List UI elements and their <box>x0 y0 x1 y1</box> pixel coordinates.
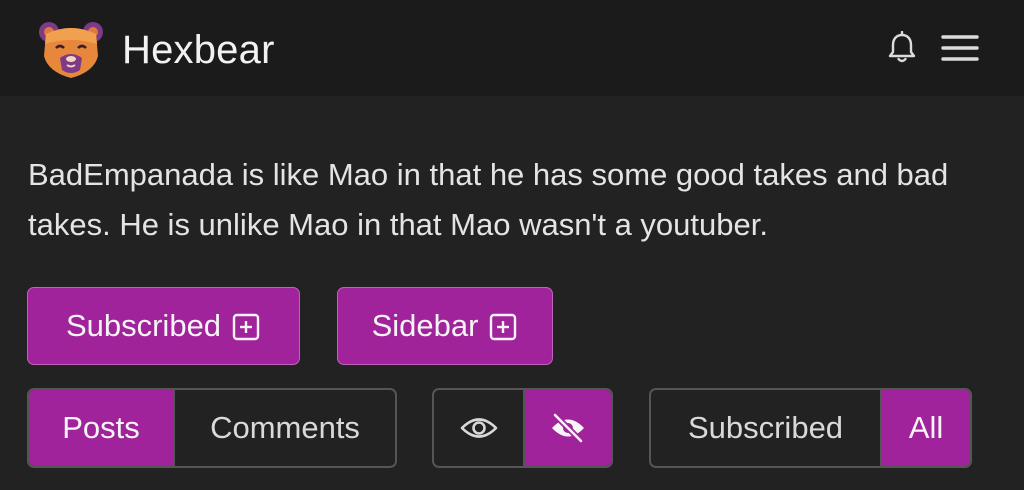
show-hidden-button[interactable] <box>434 390 523 466</box>
hide-read-button[interactable] <box>523 390 611 466</box>
eye-icon <box>460 418 497 438</box>
notifications-button[interactable] <box>882 28 922 68</box>
bear-logo-icon <box>39 22 103 78</box>
subscribed-listing-label: Subscribed <box>687 410 844 445</box>
plus-square-icon <box>488 311 518 341</box>
menu-button[interactable] <box>940 28 980 68</box>
site-title: Hexbear <box>122 27 275 72</box>
sidebar-button-label: Sidebar <box>371 308 479 343</box>
eye-slash-icon <box>552 412 584 444</box>
comments-tab-label: Comments <box>210 410 360 445</box>
sidebar-button[interactable]: Sidebar <box>337 287 553 365</box>
nav-icons <box>882 28 980 68</box>
home-link[interactable]: Hexbear <box>36 20 275 80</box>
plus-square-icon <box>231 311 261 341</box>
subscribed-button[interactable]: Subscribed <box>27 287 300 365</box>
posts-comments-toggle: Posts Comments <box>27 388 397 468</box>
top-navbar: Hexbear <box>0 0 1024 96</box>
all-listing-label: All <box>908 410 944 445</box>
hamburger-menu-icon <box>941 35 979 61</box>
bell-icon <box>888 31 916 63</box>
all-listing-tab[interactable]: All <box>880 390 970 466</box>
listing-type-toggle: Subscribed All <box>649 388 972 468</box>
visibility-toggle <box>432 388 613 468</box>
posts-tab-label: Posts <box>62 410 140 445</box>
subscribed-listing-tab[interactable]: Subscribed <box>651 390 880 466</box>
subscribed-button-label: Subscribed <box>65 308 222 343</box>
posts-tab[interactable]: Posts <box>29 390 173 466</box>
comments-tab[interactable]: Comments <box>173 390 395 466</box>
community-description: BadEmpanada is like Mao in that he has s… <box>28 157 949 242</box>
